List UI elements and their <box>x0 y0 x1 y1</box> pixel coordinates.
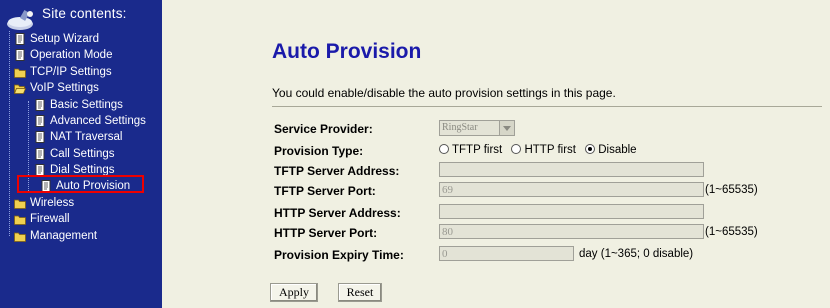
page-title: Auto Provision <box>272 40 422 63</box>
page-icon <box>35 148 45 160</box>
expiry-label: Provision Expiry Time: <box>274 248 404 262</box>
apply-button[interactable]: Apply <box>270 283 318 302</box>
radio-selected-icon <box>585 144 596 154</box>
row-provision-type: Provision Type: TFTP first HTTP first Di… <box>274 142 824 160</box>
provision-type-label: Provision Type: <box>274 144 364 158</box>
radio-http-first[interactable]: HTTP first <box>511 144 576 156</box>
page-icon <box>15 49 25 61</box>
site-globe-icon <box>7 10 33 30</box>
reset-button[interactable]: Reset <box>338 283 382 302</box>
service-provider-label: Service Provider: <box>274 122 373 136</box>
provision-type-radios: TFTP first HTTP first Disable <box>439 144 643 156</box>
row-tftp-port: TFTP Server Port: 69 (1~65535) <box>274 182 824 200</box>
auto-provision-highlight <box>17 175 144 193</box>
page-icon <box>35 131 45 143</box>
tftp-address-input[interactable] <box>439 162 704 177</box>
page-icon <box>35 115 45 127</box>
radio-tftp-first[interactable]: TFTP first <box>439 144 502 156</box>
row-expiry: Provision Expiry Time: 0 day (1~365; 0 d… <box>274 246 824 264</box>
tftp-port-label: TFTP Server Port: <box>274 184 376 198</box>
folder-icon <box>14 199 26 209</box>
page-icon <box>35 99 45 111</box>
chevron-down-icon <box>499 121 514 135</box>
http-address-label: HTTP Server Address: <box>274 206 401 220</box>
sidebar: Site contents: Setup Wizard Operation Mo… <box>0 0 162 308</box>
tftp-port-input[interactable]: 69 <box>439 182 704 197</box>
http-port-range: (1~65535) <box>705 226 758 238</box>
page-icon <box>15 33 25 45</box>
http-address-input[interactable] <box>439 204 704 219</box>
folder-icon <box>14 215 26 225</box>
service-provider-value: RingStar <box>442 122 478 133</box>
expiry-input[interactable]: 0 <box>439 246 574 261</box>
folder-icon <box>14 68 26 78</box>
http-port-input[interactable]: 80 <box>439 224 704 239</box>
expiry-range: day (1~365; 0 disable) <box>579 248 694 260</box>
site-contents-header: Site contents: <box>6 2 162 32</box>
row-http-address: HTTP Server Address: <box>274 204 824 222</box>
page-description: You could enable/disable the auto provis… <box>272 86 616 100</box>
divider <box>272 106 822 107</box>
folder-icon <box>14 232 26 242</box>
tftp-address-label: TFTP Server Address: <box>274 164 400 178</box>
folder-open-icon <box>14 84 26 94</box>
service-provider-select[interactable]: RingStar <box>439 120 515 136</box>
radio-icon <box>511 144 522 154</box>
row-tftp-address: TFTP Server Address: <box>274 162 824 180</box>
radio-icon <box>439 144 449 154</box>
row-http-port: HTTP Server Port: 80 (1~65535) <box>274 224 824 242</box>
http-port-label: HTTP Server Port: <box>274 226 378 240</box>
main-content: Auto Provision You could enable/disable … <box>162 0 830 308</box>
row-service-provider: Service Provider: RingStar <box>274 120 824 138</box>
site-contents-title: Site contents: <box>42 6 127 21</box>
radio-disable[interactable]: Disable <box>585 144 637 156</box>
tftp-port-range: (1~65535) <box>705 184 758 196</box>
